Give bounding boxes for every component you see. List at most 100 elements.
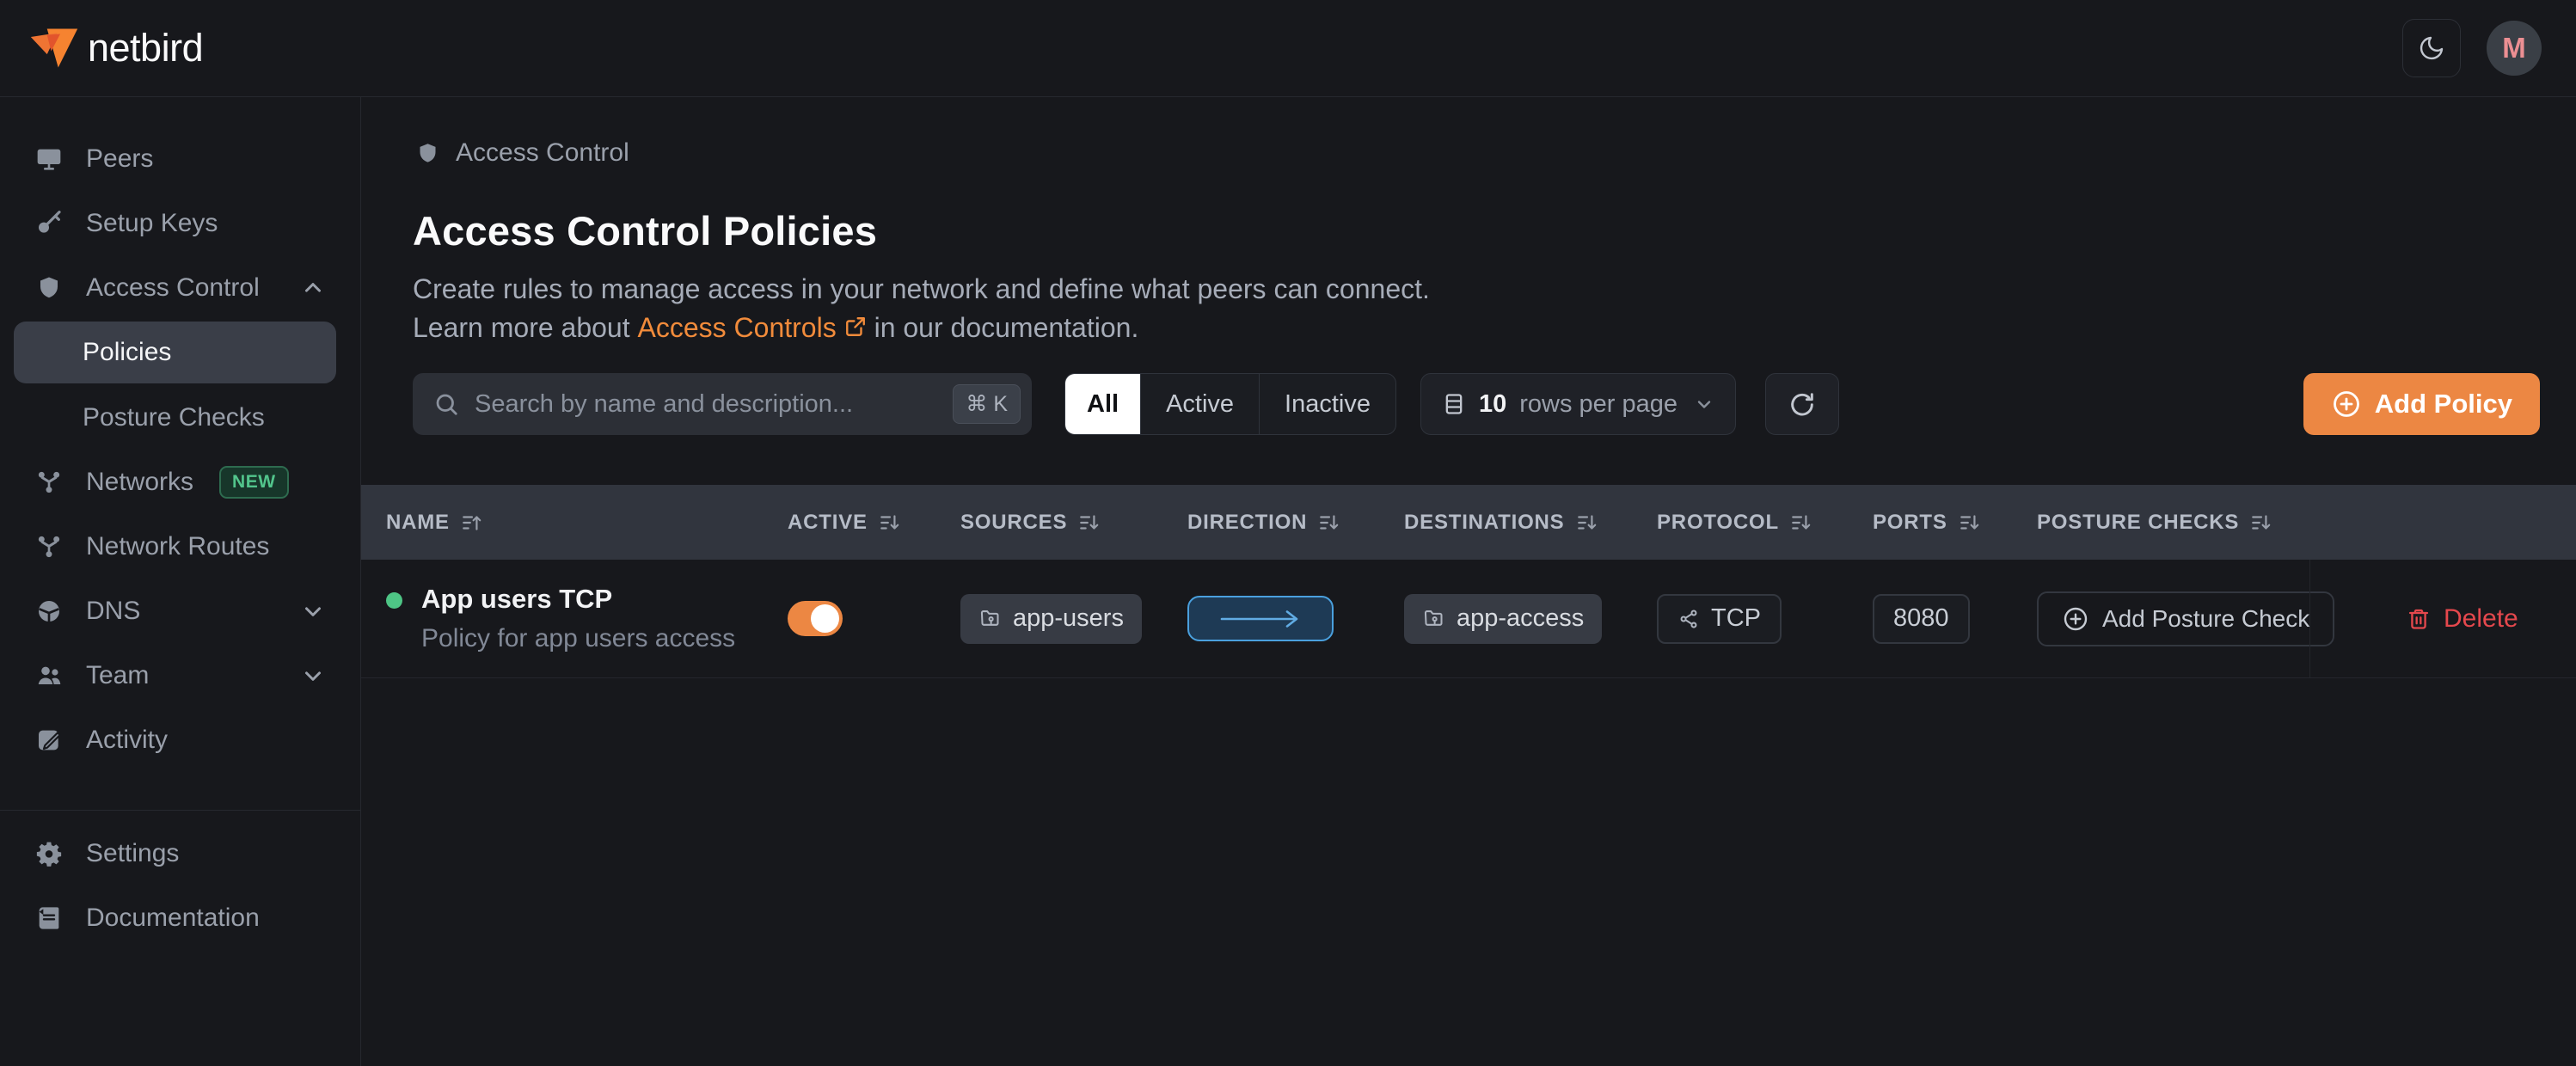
refresh-button[interactable]	[1765, 373, 1839, 435]
access-controls-doc-link[interactable]: Access Controls	[638, 309, 867, 347]
netbird-app: netbird M Peers	[0, 0, 2576, 1066]
plus-circle-icon	[2062, 605, 2089, 633]
delete-policy-button[interactable]: Delete	[2309, 560, 2576, 677]
sort-asc-icon	[461, 512, 483, 534]
user-avatar[interactable]: M	[2487, 21, 2542, 76]
page-title: Access Control Policies	[413, 207, 2524, 254]
sort-desc-icon	[1576, 512, 1598, 534]
table-header-row: NAME ACTIVE SOURCES	[361, 485, 2576, 560]
policies-table: NAME ACTIVE SOURCES	[361, 485, 2576, 678]
policy-direction-cell	[1187, 596, 1404, 641]
table-controls: ⌘ K All Active Inactive 10 rows per page	[413, 373, 2540, 435]
group-folder-icon	[1422, 607, 1445, 630]
sidebar-item-documentation[interactable]: Documentation	[0, 885, 360, 950]
filter-tabs: All Active Inactive	[1064, 373, 1396, 435]
sidebar-item-label: Networks	[86, 468, 193, 497]
refresh-icon	[1788, 390, 1816, 418]
sidebar-item-label: Network Routes	[86, 532, 269, 561]
page-description: Create rules to manage access in your ne…	[413, 270, 2524, 347]
main-content: Access Control Access Control Policies C…	[361, 97, 2576, 1066]
rows-per-page-label: rows per page	[1519, 390, 1677, 419]
sidebar-item-label: Access Control	[86, 273, 260, 303]
chevron-down-icon	[300, 663, 326, 689]
column-header-active[interactable]: ACTIVE	[788, 511, 960, 535]
search-shortcut-kbd: ⌘ K	[953, 384, 1021, 424]
policy-destinations-cell: app-access	[1404, 594, 1657, 644]
sidebar-item-label: DNS	[86, 597, 140, 626]
column-header-ports[interactable]: PORTS	[1873, 511, 2037, 535]
policy-description: Policy for app users access	[421, 624, 735, 653]
column-header-direction[interactable]: DIRECTION	[1187, 511, 1404, 535]
protocol-chip: TCP	[1657, 594, 1782, 644]
sidebar-item-settings[interactable]: Settings	[0, 821, 360, 885]
rows-per-page-select[interactable]: 10 rows per page	[1420, 373, 1736, 435]
search-box: ⌘ K	[413, 373, 1032, 435]
breadcrumb: Access Control	[413, 138, 2524, 168]
sidebar-item-dns[interactable]: DNS	[0, 579, 360, 643]
sidebar-item-activity[interactable]: Activity	[0, 708, 360, 772]
topbar: netbird M	[0, 0, 2576, 97]
destination-group-chip: app-access	[1404, 594, 1602, 644]
plus-circle-icon	[2331, 389, 2362, 420]
column-header-destinations[interactable]: DESTINATIONS	[1404, 511, 1657, 535]
direction-arrow[interactable]	[1187, 596, 1334, 641]
description-line-1: Create rules to manage access in your ne…	[413, 270, 2524, 309]
sidebar-item-team[interactable]: Team	[0, 643, 360, 708]
source-group-chip: app-users	[960, 594, 1142, 644]
column-header-name[interactable]: NAME	[386, 511, 788, 535]
column-header-sources[interactable]: SOURCES	[960, 511, 1187, 535]
policy-active-cell	[788, 601, 960, 636]
sidebar-item-access-control[interactable]: Access Control	[0, 255, 360, 320]
rows-icon	[1442, 392, 1466, 416]
sidebar-item-label: Setup Keys	[86, 209, 218, 238]
sort-desc-icon	[1959, 512, 1981, 534]
shield-icon	[34, 274, 64, 302]
new-badge: NEW	[219, 466, 289, 499]
sidebar-item-policies[interactable]: Policies	[14, 322, 336, 383]
chevron-up-icon	[300, 275, 326, 301]
add-policy-button[interactable]: Add Policy	[2303, 373, 2540, 435]
active-toggle[interactable]	[788, 601, 843, 636]
policy-name: App users TCP	[421, 584, 735, 615]
external-link-icon	[844, 317, 867, 340]
sidebar-item-label: Activity	[86, 726, 168, 755]
table-row: App users TCP Policy for app users acces…	[361, 560, 2576, 678]
policy-posture-cell: Add Posture Check	[2037, 591, 2309, 646]
netbird-logo[interactable]: netbird	[29, 26, 203, 70]
chevron-down-icon	[1694, 394, 1714, 414]
sidebar-item-network-routes[interactable]: Network Routes	[0, 514, 360, 579]
shield-icon	[413, 141, 442, 166]
sidebar-item-label: Team	[86, 661, 149, 690]
moon-icon	[2418, 34, 2445, 62]
tab-active[interactable]: Active	[1141, 374, 1260, 434]
trash-icon	[2407, 607, 2431, 631]
search-input[interactable]	[475, 390, 937, 419]
arrow-right-icon	[1213, 608, 1308, 630]
sidebar-item-label: Posture Checks	[83, 403, 265, 432]
key-icon	[34, 210, 64, 237]
sort-desc-icon	[1078, 512, 1101, 534]
add-posture-check-button[interactable]: Add Posture Check	[2037, 591, 2334, 646]
sidebar-item-posture-checks[interactable]: Posture Checks	[0, 385, 360, 450]
column-header-protocol[interactable]: PROTOCOL	[1657, 511, 1873, 535]
topbar-actions: M	[2402, 19, 2542, 77]
sidebar-item-label: Documentation	[86, 904, 260, 933]
sidebar-item-setup-keys[interactable]: Setup Keys	[0, 191, 360, 255]
policy-sources-cell: app-users	[960, 594, 1187, 644]
sidebar-item-label: Settings	[86, 839, 179, 868]
tab-inactive[interactable]: Inactive	[1260, 374, 1395, 434]
policy-protocol-cell: TCP	[1657, 594, 1873, 644]
tab-all[interactable]: All	[1065, 374, 1141, 434]
policy-name-cell: App users TCP Policy for app users acces…	[386, 584, 788, 653]
theme-toggle-button[interactable]	[2402, 19, 2461, 77]
chevron-down-icon	[300, 598, 326, 624]
search-icon	[433, 391, 459, 417]
sidebar-item-peers[interactable]: Peers	[0, 126, 360, 191]
description-line-2: Learn more about Access Controls in our …	[413, 309, 2524, 347]
monitor-icon	[34, 145, 64, 173]
book-icon	[34, 904, 64, 932]
sidebar-item-networks[interactable]: Networks NEW	[0, 450, 360, 514]
column-header-posture-checks[interactable]: POSTURE CHECKS	[2037, 511, 2309, 535]
sidebar-divider	[0, 810, 360, 811]
sidebar-item-label: Peers	[86, 144, 153, 174]
